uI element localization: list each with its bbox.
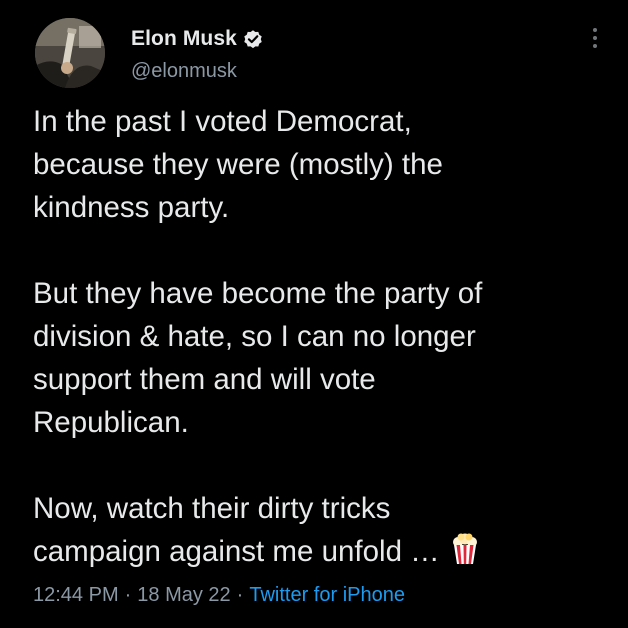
tweet-line: In the past I voted Democrat, [33,105,412,138]
tweet-paragraph: But they have become the party of divisi… [33,272,603,444]
verified-badge-icon [242,28,264,50]
tweet-date[interactable]: 18 May 22 [137,584,230,606]
tweet-card: Elon Musk @elonmusk In the past I voted … [0,0,628,628]
more-options-icon[interactable] [585,24,605,52]
popcorn-icon [450,533,480,565]
tweet-line: campaign against me unfold … [33,535,440,568]
avatar[interactable] [35,18,105,88]
tweet-source-link[interactable]: Twitter for iPhone [249,584,405,606]
tweet-line: Now, watch their dirty tricks [33,492,391,525]
tweet-paragraph: Now, watch their dirty tricks campaign a… [33,487,603,573]
author-name-row: Elon Musk [131,24,264,54]
tweet-paragraph: In the past I voted Democrat, because th… [33,100,603,229]
tweet-line: Republican. [33,406,189,439]
tweet-time[interactable]: 12:44 PM [33,584,119,606]
tweet-line: division & hate, so I can no longer [33,320,476,353]
tweet-line: because they were (mostly) the [33,148,443,181]
tweet-line: But they have become the party of [33,277,483,310]
author-handle[interactable]: @elonmusk [131,60,237,83]
meta-separator: · [124,584,132,606]
avatar-image [35,18,105,88]
tweet-line: kindness party. [33,191,230,224]
tweet-line-last: campaign against me unfold … [33,530,603,573]
meta-separator: · [236,584,244,606]
author-display-name[interactable]: Elon Musk [131,27,237,51]
tweet-metadata: 12:44 PM · 18 May 22 · Twitter for iPhone [33,584,405,607]
tweet-line: support them and will vote [33,363,376,396]
tweet-text: In the past I voted Democrat, because th… [33,100,603,573]
